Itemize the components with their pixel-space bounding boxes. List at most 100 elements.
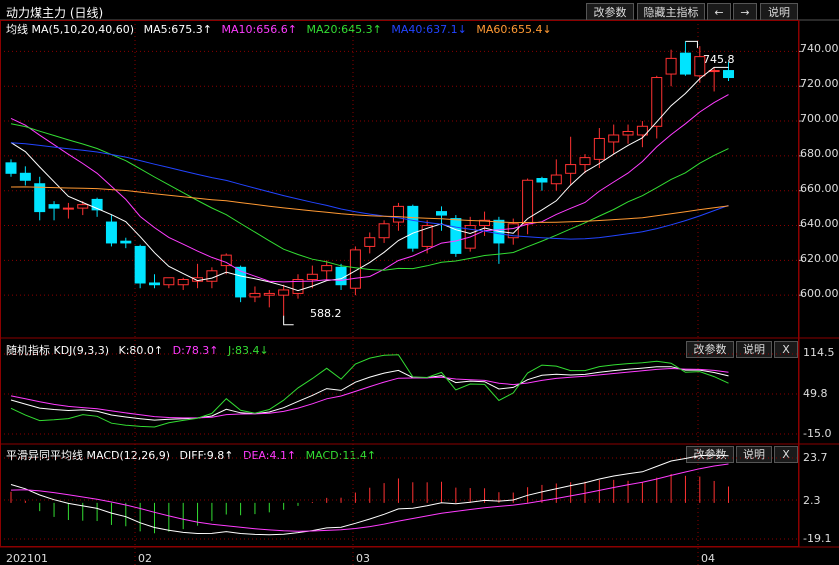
candle-body <box>62 207 74 210</box>
candle-body <box>192 277 204 282</box>
candle-body <box>436 211 447 216</box>
candle-body <box>565 164 577 174</box>
ma60-value: MA60:655.4↓ <box>476 23 552 36</box>
ma-legend: 均线 MA(5,10,20,40,60) MA5:675.3↑ MA10:656… <box>6 21 558 37</box>
macd-close-button[interactable]: X <box>774 446 798 463</box>
arrow-right-icon: → <box>740 6 750 19</box>
scroll-left-button[interactable]: ← <box>707 3 731 21</box>
ma60-line <box>10 186 729 224</box>
arrow-left-icon: ← <box>714 6 724 19</box>
macd-indicator-name: 平滑异同平均线 MACD(12,26,9) <box>6 449 171 462</box>
candle-body <box>34 183 46 213</box>
candle-body <box>579 157 591 166</box>
hide-main-indicator-button[interactable]: 隐藏主指标 <box>637 3 705 21</box>
candle-body <box>235 266 247 298</box>
ma10-value: MA10:656.6↑ <box>221 23 297 36</box>
macd-dea-value: DEA:4.1↑ <box>242 449 297 462</box>
candle-body <box>708 70 720 73</box>
ma-indicator-name: 均线 MA(5,10,20,40,60) <box>6 23 135 36</box>
kdj-help-button[interactable]: 说明 <box>736 341 772 358</box>
help-button[interactable]: 说明 <box>760 3 798 21</box>
candle-body <box>593 137 605 160</box>
candle-body <box>479 219 491 227</box>
y-tick: 640.00 <box>800 217 839 230</box>
kdj-close-button[interactable]: X <box>774 341 798 358</box>
candle-body <box>5 162 17 174</box>
macd-diff-value: DIFF:9.8↑ <box>179 449 234 462</box>
candle-body <box>507 223 519 239</box>
candle-body <box>536 178 548 183</box>
candle-body <box>48 204 60 209</box>
kdj-d-value: D:78.3↑ <box>172 344 219 357</box>
candle-body <box>392 205 404 223</box>
price-chart[interactable] <box>0 0 839 565</box>
y-tick: 720.00 <box>800 77 839 90</box>
date-label: 02 <box>138 552 152 565</box>
candle-body <box>292 279 304 294</box>
kdj-y-tick: 49.8 <box>803 387 828 400</box>
kdj-j-value: J:83.4↓ <box>228 344 269 357</box>
candle-body <box>622 131 634 136</box>
candle-body <box>349 249 361 289</box>
ma5-line <box>10 66 729 292</box>
candle-body <box>120 240 132 244</box>
macd-y-tick: -19.1 <box>803 532 832 545</box>
date-label: 202101 <box>6 552 48 565</box>
ma20-value: MA20:645.3↑ <box>306 23 382 36</box>
high-marker <box>685 40 698 48</box>
date-label: 03 <box>356 552 370 565</box>
macd-params-button[interactable]: 改参数 <box>686 446 734 463</box>
candle-body <box>278 289 290 296</box>
high-price-label: 745.8 <box>703 53 735 66</box>
y-tick: 660.00 <box>800 182 839 195</box>
macd-dea-line <box>10 463 729 532</box>
candle-body <box>550 174 562 185</box>
macd-legend: 平滑异同平均线 MACD(12,26,9) DIFF:9.8↑ DEA:4.1↑… <box>6 447 382 463</box>
candle-body <box>723 70 734 79</box>
candle-body <box>105 221 117 244</box>
ma10-line <box>10 94 729 283</box>
candle-body <box>134 245 146 284</box>
kdj-d-line <box>10 367 729 419</box>
low-marker <box>283 315 294 326</box>
chart-title: 动力煤主力 (日线) <box>6 6 104 20</box>
candle-body <box>177 279 189 286</box>
macd-help-button[interactable]: 说明 <box>736 446 772 463</box>
kdj-y-tick: 114.5 <box>803 346 835 359</box>
candle-body <box>321 265 333 272</box>
ma20-line <box>10 123 729 271</box>
kdj-params-button[interactable]: 改参数 <box>686 341 734 358</box>
scroll-right-button[interactable]: → <box>733 3 757 21</box>
candle-body <box>665 57 677 75</box>
macd-diff-line <box>10 454 729 536</box>
candle-body <box>679 52 691 75</box>
low-price-label: 588.2 <box>310 307 342 320</box>
candle-body <box>206 270 218 282</box>
macd-macd-value: MACD:11.4↑ <box>305 449 377 462</box>
candle-body <box>163 277 175 286</box>
kdj-legend: 随机指标 KDJ(9,3,3) K:80.0↑ D:78.3↑ J:83.4↓ <box>6 342 275 358</box>
candle-body <box>651 77 663 127</box>
candle-body <box>522 179 534 225</box>
edit-params-button[interactable]: 改参数 <box>586 3 634 21</box>
kdj-y-tick: -15.0 <box>803 427 832 440</box>
ma40-line <box>10 142 729 240</box>
candle-body <box>608 134 620 143</box>
candle-body <box>263 292 275 296</box>
candle-body <box>493 219 505 244</box>
date-label: 04 <box>701 552 715 565</box>
macd-y-tick: 2.3 <box>803 494 821 507</box>
kdj-k-value: K:80.0↑ <box>118 344 164 357</box>
y-tick: 700.00 <box>800 112 839 125</box>
ma40-value: MA40:637.1↓ <box>391 23 467 36</box>
y-tick: 620.00 <box>800 252 839 265</box>
chart-frame <box>0 20 799 547</box>
candle-body <box>464 225 476 249</box>
candle-body <box>450 218 462 254</box>
ma5-value: MA5:675.3↑ <box>143 23 213 36</box>
y-tick: 680.00 <box>800 147 839 160</box>
kdj-j-line <box>10 354 729 428</box>
candle-body <box>636 125 648 136</box>
candle-body <box>249 292 261 298</box>
candle-body <box>220 254 232 267</box>
